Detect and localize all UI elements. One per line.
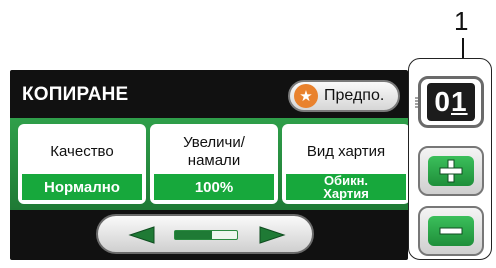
increase-button[interactable] — [418, 146, 484, 196]
copy-count-display: 01 — [418, 76, 484, 128]
screen-title: КОПИРАНЕ — [22, 84, 129, 105]
settings-band: Качество Нормално Увеличи/ намали 100% В… — [10, 118, 408, 210]
card-quality[interactable]: Качество Нормално — [18, 124, 146, 204]
increase-button-face — [428, 156, 474, 186]
scroll-slider[interactable] — [174, 230, 238, 240]
copy-count-digit: 0 — [434, 86, 451, 117]
star-icon: ★ — [294, 84, 318, 108]
card-enlarge-reduce[interactable]: Увеличи/ намали 100% — [150, 124, 278, 204]
callout-number: 1 — [454, 6, 469, 36]
navigation-bar — [96, 214, 314, 254]
card-quality-value: Нормално — [22, 174, 142, 200]
left-arrow-icon[interactable] — [128, 226, 156, 244]
copy-count-value: 01 — [427, 83, 475, 121]
decrease-button-face — [428, 216, 474, 246]
card-paper-type-value: Обикн. Хартия — [286, 174, 406, 200]
callout-leader-line — [462, 38, 464, 58]
card-paper-type[interactable]: Вид хартия Обикн. Хартия — [282, 124, 408, 204]
card-enlarge-reduce-label: Увеличи/ намали — [183, 134, 245, 169]
plus-icon — [439, 159, 463, 183]
preferences-button[interactable]: ★ Предпо. — [288, 80, 400, 112]
card-enlarge-reduce-value: 100% — [154, 174, 274, 200]
card-quality-label: Качество — [50, 143, 114, 160]
copy-count-cursor-digit: 1 — [451, 86, 468, 117]
scroll-slider-fill — [175, 231, 213, 239]
minus-icon — [439, 227, 463, 235]
lcd-screen: КОПИРАНЕ ★ Предпо. Качество Нормално Уве… — [10, 70, 408, 260]
preferences-button-label: Предпо. — [324, 87, 385, 104]
card-paper-type-label: Вид хартия — [306, 143, 386, 160]
right-arrow-icon[interactable] — [258, 226, 286, 244]
decrease-button[interactable] — [418, 206, 484, 256]
